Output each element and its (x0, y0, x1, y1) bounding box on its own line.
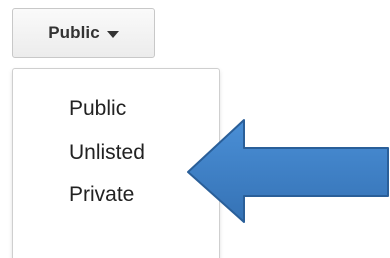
caret-down-icon (106, 30, 119, 38)
arrow-shape (187, 119, 389, 223)
menu-item-unlisted[interactable]: Unlisted (69, 141, 145, 165)
privacy-dropdown-button[interactable]: Public (12, 8, 155, 58)
left-arrow-icon (187, 119, 389, 223)
privacy-dropdown-label: Public (48, 23, 100, 42)
privacy-selector-screenshot: Public Public Unlisted Private (0, 0, 390, 258)
menu-item-private[interactable]: Private (69, 183, 134, 207)
menu-item-public[interactable]: Public (69, 97, 126, 121)
